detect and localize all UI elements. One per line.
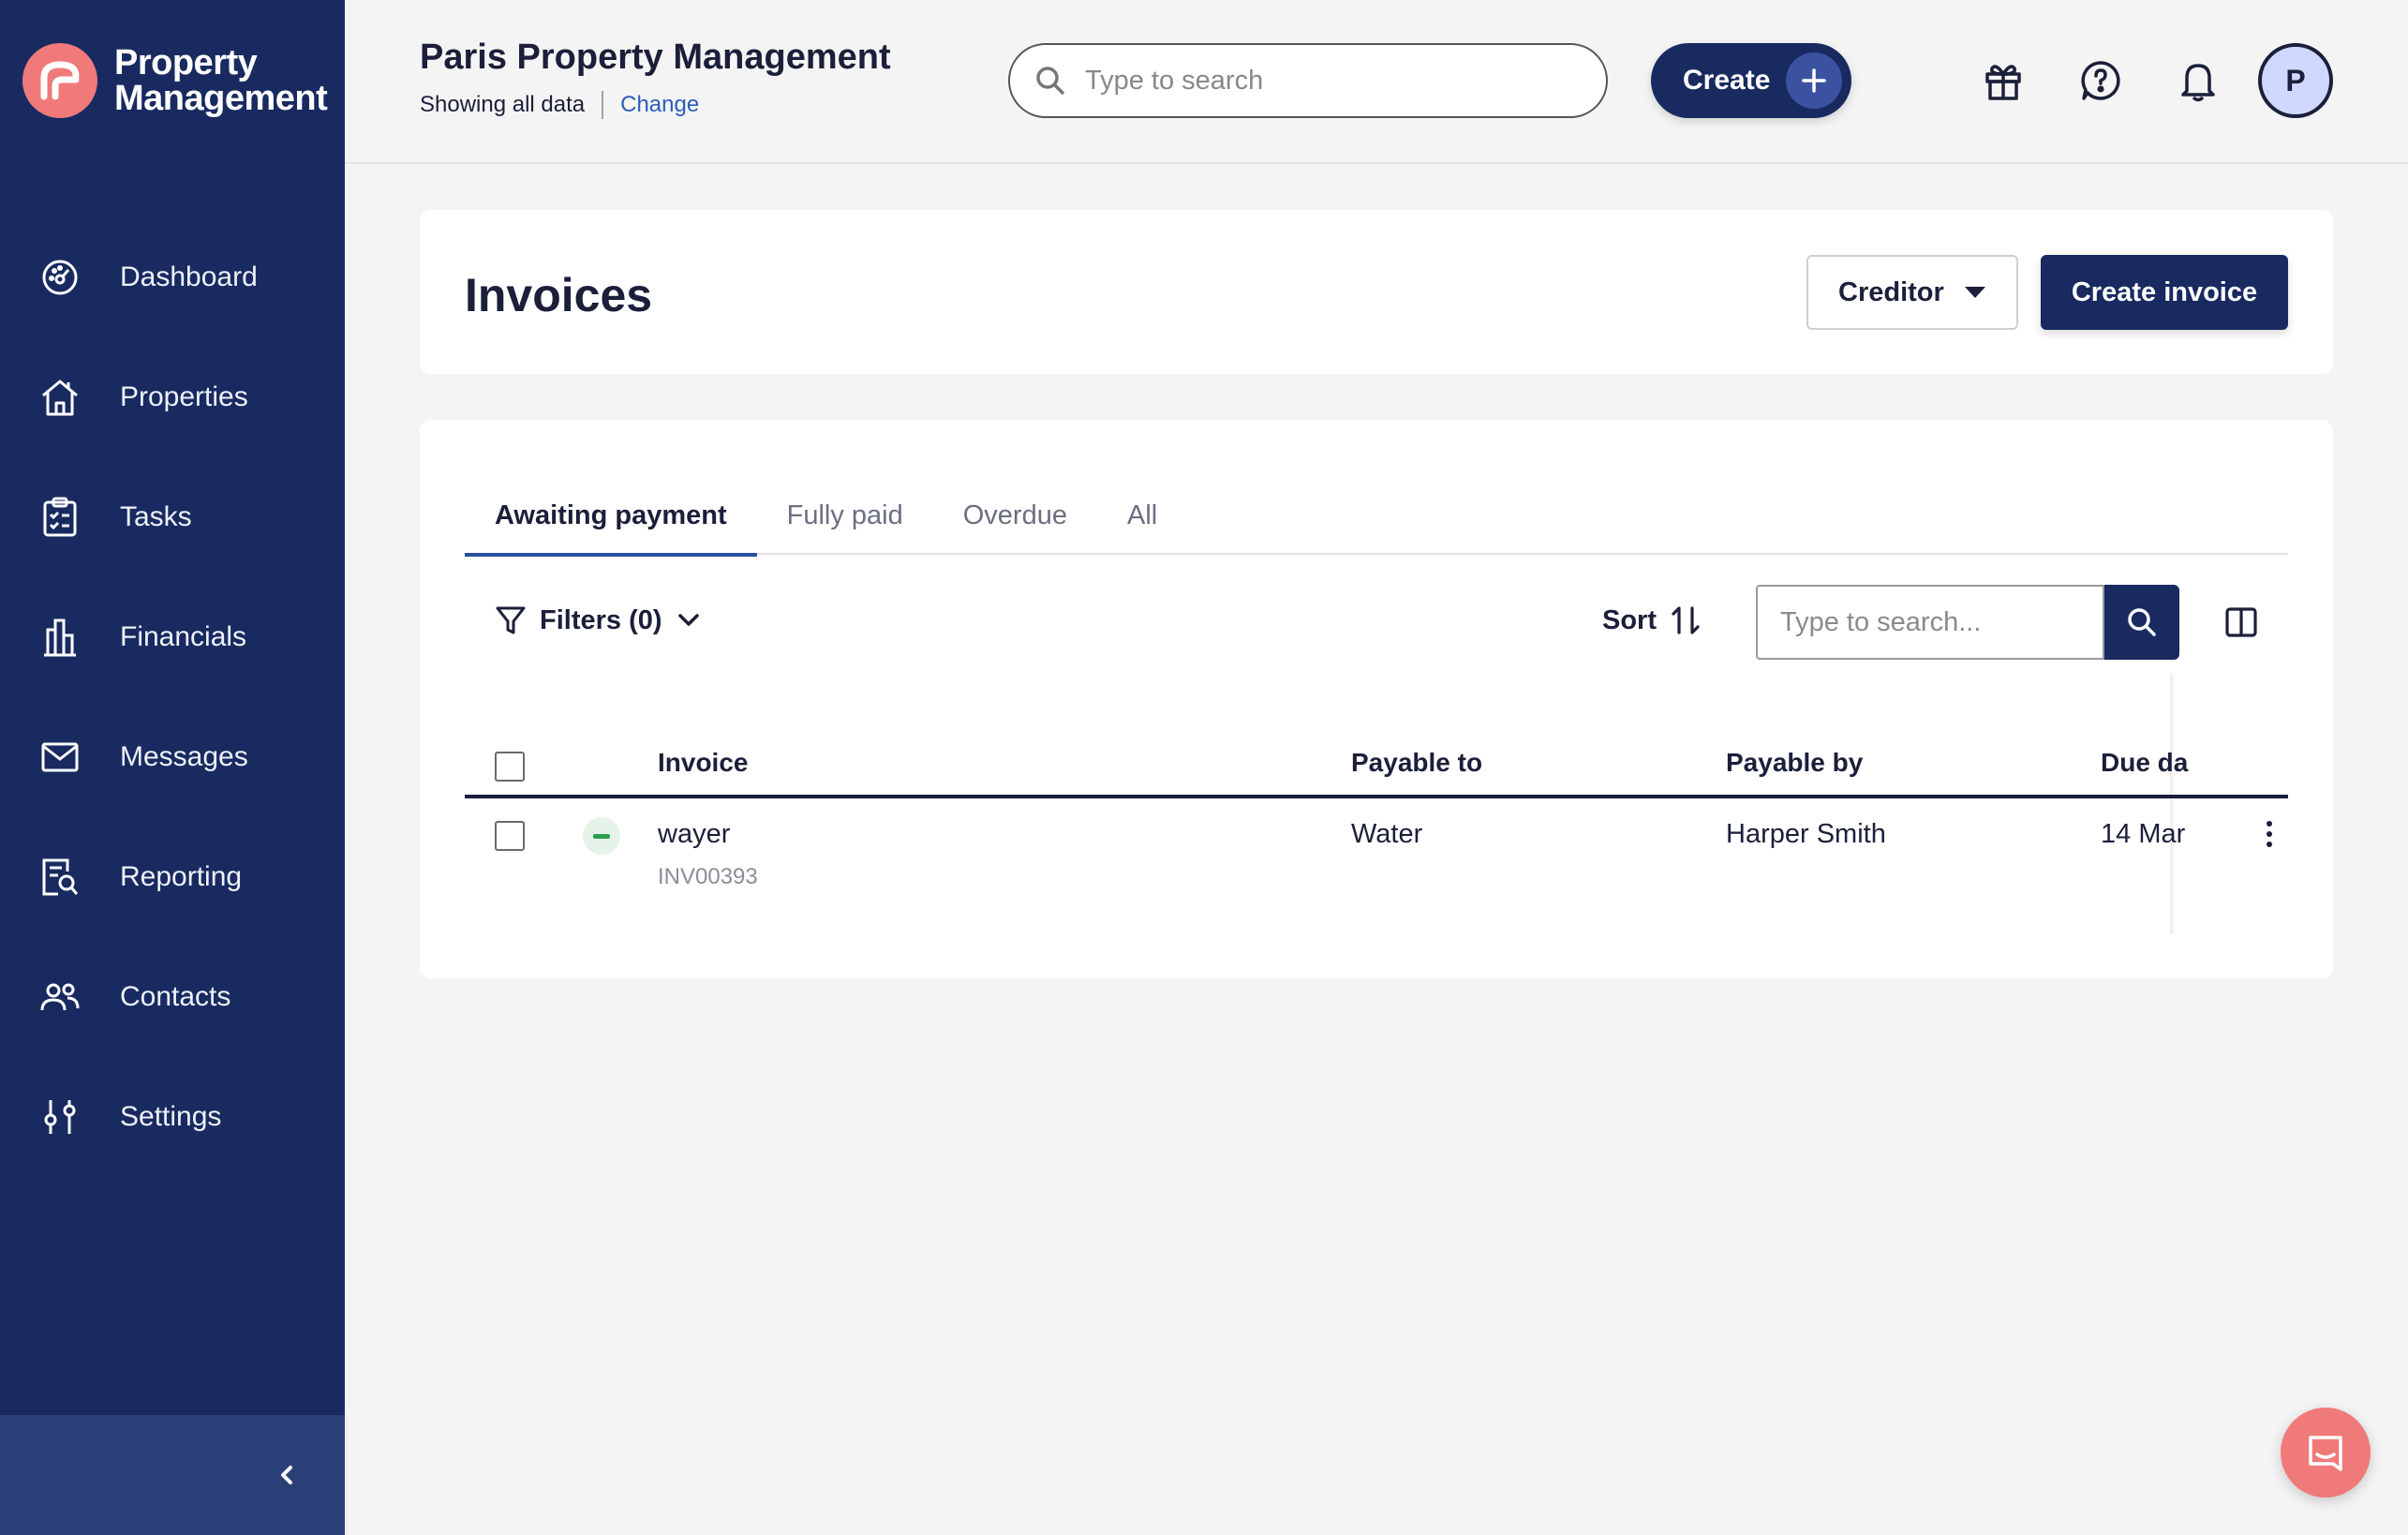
org-subtitle-row: Showing all data Change xyxy=(420,91,891,119)
mail-icon xyxy=(37,735,82,780)
creditor-dropdown-label: Creditor xyxy=(1838,276,1944,307)
brand-logo-icon xyxy=(22,43,97,118)
table-search-input[interactable] xyxy=(1780,606,2089,638)
sidebar-item-tasks[interactable]: Tasks xyxy=(0,457,345,577)
columns-toggle-button[interactable] xyxy=(2217,598,2266,647)
people-icon xyxy=(37,975,82,1020)
data-scope-text: Showing all data xyxy=(420,92,586,117)
sort-icon xyxy=(1672,606,1700,634)
sidebar-item-label: Reporting xyxy=(120,861,243,892)
report-icon xyxy=(37,855,82,900)
sidebar-item-financials[interactable]: Financials xyxy=(0,577,345,697)
tab-fully-paid[interactable]: Fully paid xyxy=(757,476,933,555)
org-info: Paris Property Management Showing all da… xyxy=(420,37,891,119)
home-icon xyxy=(37,375,82,420)
table-row[interactable]: wayer INV00393 Water Harper Smith 14 Mar xyxy=(465,802,2288,933)
chevron-left-icon xyxy=(281,1466,292,1484)
search-icon xyxy=(2128,608,2156,636)
chevron-down-icon xyxy=(677,614,699,626)
page-title: Invoices xyxy=(465,269,653,321)
sidebar-item-label: Financials xyxy=(120,621,247,652)
org-title: Paris Property Management xyxy=(420,37,891,77)
payable-to-cell: Water xyxy=(1351,819,1423,849)
sort-button[interactable]: Sort xyxy=(1602,592,1702,648)
sidebar-item-reporting[interactable]: Reporting xyxy=(0,817,345,937)
building-icon xyxy=(37,615,82,660)
filters-label: Filters (0) xyxy=(540,604,662,635)
select-all-checkbox[interactable] xyxy=(495,752,525,782)
create-button[interactable]: Create xyxy=(1651,43,1851,118)
row-actions-menu-icon[interactable] xyxy=(2251,815,2288,853)
sidebar-item-label: Messages xyxy=(120,741,248,772)
column-header-invoice[interactable]: Invoice xyxy=(658,748,748,778)
tab-overdue[interactable]: Overdue xyxy=(933,476,1097,555)
sliders-icon xyxy=(37,1095,82,1140)
topbar: Paris Property Management Showing all da… xyxy=(345,0,2408,164)
global-search-input[interactable] xyxy=(1085,65,1572,97)
create-invoice-button[interactable]: Create invoice xyxy=(2041,255,2288,330)
invoices-card: Awaiting payment Fully paid Overdue All … xyxy=(420,420,2333,978)
invoice-name[interactable]: wayer xyxy=(658,819,730,850)
brand[interactable]: Property Management xyxy=(22,43,330,118)
table-search[interactable] xyxy=(1756,585,2104,660)
tab-awaiting-payment[interactable]: Awaiting payment xyxy=(465,476,757,557)
caret-down-icon xyxy=(1964,287,1985,298)
column-header-payable-to[interactable]: Payable to xyxy=(1351,748,1482,778)
creditor-dropdown[interactable]: Creditor xyxy=(1806,255,2018,330)
sidebar-item-dashboard[interactable]: Dashboard xyxy=(0,217,345,337)
create-button-label: Create xyxy=(1683,65,1771,96)
tab-all[interactable]: All xyxy=(1097,476,1187,555)
sidebar-item-properties[interactable]: Properties xyxy=(0,337,345,457)
change-link[interactable]: Change xyxy=(620,92,699,118)
invoice-id: INV00393 xyxy=(658,864,758,889)
filter-icon xyxy=(496,606,526,634)
sidebar-footer xyxy=(0,1415,345,1535)
sidebar-item-settings[interactable]: Settings xyxy=(0,1057,345,1177)
table-header: Invoice Payable to Payable by Due da xyxy=(465,735,2288,798)
page-header-card: Invoices Creditor Create invoice xyxy=(420,210,2333,374)
chat-button[interactable] xyxy=(2281,1408,2371,1498)
sidebar-item-label: Dashboard xyxy=(120,261,258,292)
sidebar: Property Management Dashboard Properties… xyxy=(0,0,345,1535)
sticky-column-shadow xyxy=(2170,675,2176,933)
payable-by-cell: Harper Smith xyxy=(1726,819,1886,849)
table-search-button[interactable] xyxy=(2104,585,2179,660)
plus-icon xyxy=(1786,52,1842,109)
sidebar-item-label: Settings xyxy=(120,1101,222,1132)
sidebar-item-label: Contacts xyxy=(120,981,231,1012)
divider xyxy=(602,91,604,119)
bell-icon[interactable] xyxy=(2172,54,2224,107)
global-search[interactable] xyxy=(1008,43,1608,118)
brand-name: Property Management xyxy=(114,43,328,118)
columns-icon xyxy=(2225,607,2257,637)
sidebar-item-label: Properties xyxy=(120,381,248,412)
clipboard-icon xyxy=(37,495,82,540)
gift-icon[interactable] xyxy=(1977,54,2029,107)
sidebar-item-contacts[interactable]: Contacts xyxy=(0,937,345,1057)
sidebar-nav: Dashboard Properties Tasks Financials Me… xyxy=(0,217,345,1177)
column-header-payable-by[interactable]: Payable by xyxy=(1726,748,1863,778)
search-icon xyxy=(1036,67,1064,95)
dashboard-icon xyxy=(37,255,82,300)
sidebar-item-messages[interactable]: Messages xyxy=(0,697,345,817)
invoice-tabs: Awaiting payment Fully paid Overdue All xyxy=(465,476,2288,557)
avatar[interactable]: P xyxy=(2258,43,2333,118)
sort-label: Sort xyxy=(1602,604,1657,635)
collapse-sidebar-button[interactable] xyxy=(266,1454,307,1496)
row-checkbox[interactable] xyxy=(495,821,525,851)
filters-button[interactable]: Filters (0) xyxy=(495,592,700,648)
sidebar-item-label: Tasks xyxy=(120,501,192,532)
help-icon[interactable] xyxy=(2074,54,2127,107)
status-pending-icon xyxy=(583,817,620,855)
chat-icon xyxy=(2309,1436,2342,1471)
